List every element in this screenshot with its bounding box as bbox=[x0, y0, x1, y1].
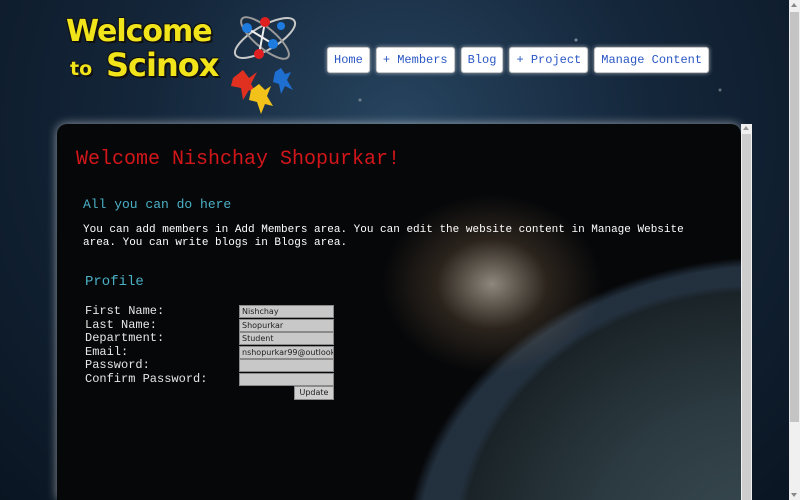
logo-text-to: to bbox=[70, 58, 93, 80]
section-title: All you can do here bbox=[83, 197, 232, 212]
window-scrollbar[interactable] bbox=[789, 0, 800, 500]
nav-home[interactable]: Home bbox=[327, 47, 370, 73]
panel-scroll-thumb[interactable] bbox=[742, 134, 751, 500]
last-name-input[interactable]: Shopurkar bbox=[239, 318, 334, 332]
site-logo[interactable]: Welcome to Scinox bbox=[60, 8, 310, 120]
email-label: Email: bbox=[85, 344, 129, 359]
scroll-up-icon[interactable] bbox=[791, 3, 797, 7]
logo-text-scinox: Scinox bbox=[106, 46, 219, 84]
scroll-up-icon[interactable] bbox=[743, 126, 749, 130]
main-nav: Home + Members Blog + Project Manage Con… bbox=[327, 47, 710, 73]
content-panel: Welcome Nishchay Shopurkar! All you can … bbox=[57, 124, 741, 500]
figures-icon bbox=[231, 68, 293, 114]
panel-scrollbar[interactable] bbox=[741, 124, 752, 500]
department-label: Department: bbox=[85, 331, 165, 346]
nav-add-members[interactable]: + Members bbox=[375, 47, 455, 73]
nav-manage-content[interactable]: Manage Content bbox=[594, 47, 710, 73]
first-name-label: First Name: bbox=[85, 304, 165, 318]
window-scroll-thumb[interactable] bbox=[790, 12, 799, 422]
atom-icon bbox=[231, 16, 297, 114]
first-name-input[interactable]: Nishchay bbox=[239, 305, 334, 318]
password-input[interactable] bbox=[239, 359, 334, 373]
scroll-down-icon[interactable] bbox=[791, 493, 797, 497]
logo-text-welcome: Welcome bbox=[66, 14, 213, 49]
department-input[interactable]: Student bbox=[239, 332, 334, 346]
last-name-label: Last Name: bbox=[85, 317, 158, 332]
description-text: You can add members in Add Members area.… bbox=[83, 224, 684, 249]
nav-add-project[interactable]: + Project bbox=[509, 47, 589, 73]
confirm-password-label: Confirm Password: bbox=[85, 371, 208, 386]
nav-blog[interactable]: Blog bbox=[460, 47, 504, 73]
update-button[interactable]: Update bbox=[294, 386, 334, 400]
email-input[interactable]: nshopurkar99@outlook.c bbox=[239, 345, 334, 359]
welcome-heading: Welcome Nishchay Shopurkar! bbox=[76, 148, 401, 171]
confirm-password-input[interactable] bbox=[239, 372, 334, 386]
password-label: Password: bbox=[85, 358, 150, 373]
profile-title: Profile bbox=[85, 274, 144, 290]
